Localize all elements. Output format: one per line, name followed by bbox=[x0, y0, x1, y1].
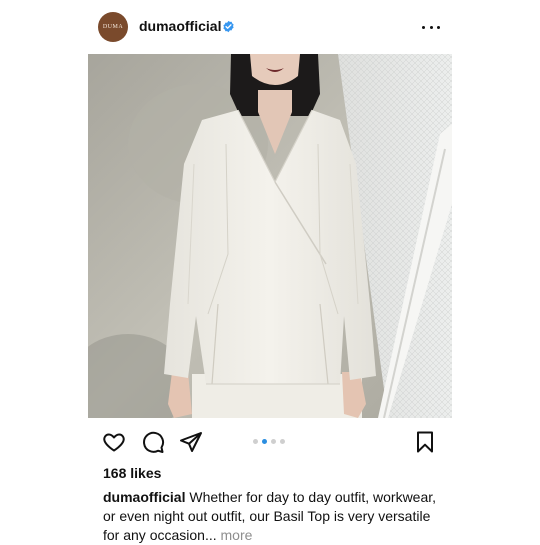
bookmark-icon[interactable] bbox=[413, 430, 437, 454]
share-icon[interactable] bbox=[179, 430, 203, 454]
avatar-logo-text: DUMA bbox=[102, 24, 124, 30]
comment-icon[interactable] bbox=[141, 430, 165, 454]
avatar[interactable]: DUMA bbox=[98, 12, 128, 42]
carousel-dot bbox=[271, 439, 276, 444]
instagram-post: DUMA dumaofficial 168 likes dumaofficial… bbox=[88, 0, 452, 543]
heart-icon[interactable] bbox=[102, 430, 126, 454]
post-caption: dumaofficial Whether for day to day outf… bbox=[103, 488, 448, 545]
likes-count[interactable]: 168 likes bbox=[103, 465, 161, 481]
caption-ellipsis: ... bbox=[204, 527, 217, 543]
post-photo[interactable] bbox=[88, 54, 452, 418]
more-horizontal-icon[interactable] bbox=[422, 20, 440, 34]
post-actions-bar bbox=[88, 426, 452, 458]
carousel-dot bbox=[253, 439, 258, 444]
caption-more-link[interactable]: more bbox=[221, 527, 253, 543]
model-photo-illustration bbox=[88, 54, 452, 418]
caption-username[interactable]: dumaofficial bbox=[103, 489, 185, 505]
carousel-dot bbox=[280, 439, 285, 444]
username[interactable]: dumaofficial bbox=[139, 18, 221, 34]
verified-badge-icon bbox=[223, 20, 234, 33]
carousel-dot-active bbox=[262, 439, 267, 444]
carousel-indicator bbox=[253, 439, 285, 444]
post-header: DUMA dumaofficial bbox=[88, 8, 452, 46]
